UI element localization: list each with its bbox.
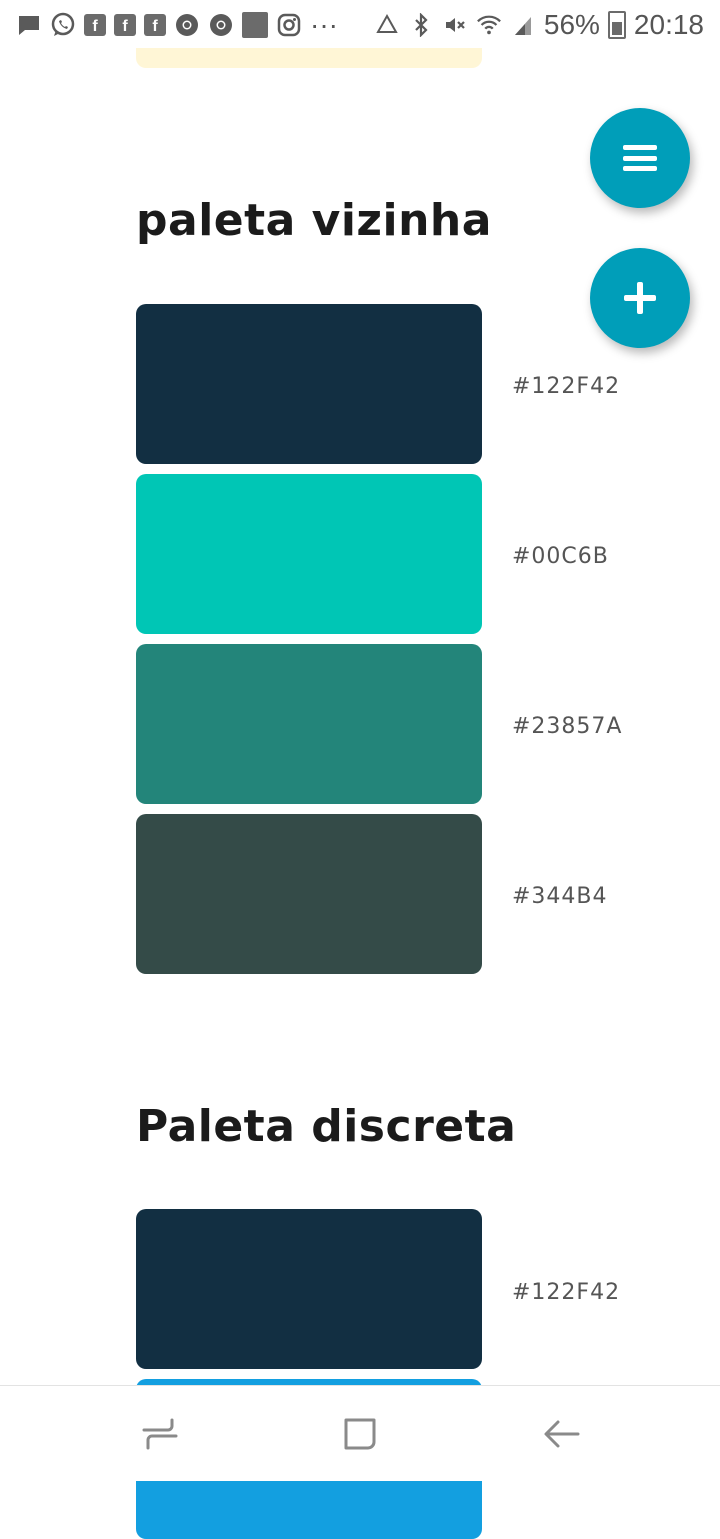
facebook-icon: f [114,14,136,36]
color-swatch[interactable] [136,304,482,464]
plus-icon [624,282,656,314]
instagram-icon [276,12,302,38]
recents-icon [142,1418,178,1450]
color-swatch[interactable] [136,814,482,974]
battery-icon [607,11,626,39]
status-bar: f f f ··· 56% 20:18 [0,0,720,50]
recents-button[interactable] [138,1412,182,1456]
notification-icons: f f f ··· [16,9,338,41]
hex-label: #23857A [512,714,623,739]
menu-icon [623,145,657,171]
facebook-icon: f [144,14,166,36]
color-swatch[interactable] [136,644,482,804]
bluetooth-icon [408,12,434,38]
palette-title: Paleta discreta [136,1101,517,1152]
more-icon: ··· [310,9,338,40]
menu-button[interactable] [590,108,690,208]
palette-title: paleta vizinha [136,195,492,246]
back-icon [544,1420,580,1448]
navigation-bar [0,1385,720,1481]
image-icon [242,12,268,38]
color-swatch[interactable] [136,1209,482,1369]
home-icon [344,1418,376,1450]
wifi-icon [476,12,502,38]
clock: 20:18 [633,9,704,40]
chrome-icon [174,12,200,38]
signal-icon [510,12,536,38]
chrome-icon [208,12,234,38]
whatsapp-icon [50,12,76,38]
system-icons: 56% 20:18 [374,9,704,41]
hex-label: #122F42 [512,1280,621,1305]
add-palette-button[interactable] [590,248,690,348]
hex-label: #00C6B [512,544,609,569]
home-button[interactable] [338,1412,382,1456]
message-icon [16,12,42,38]
mute-icon [442,12,468,38]
facebook-icon: f [84,14,106,36]
previous-palette-swatch[interactable] [136,48,482,68]
hex-label: #344B4 [512,884,608,909]
hex-label: #122F42 [512,374,621,399]
recycle-icon [374,12,400,38]
battery-percent: 56% [543,9,600,40]
color-swatch[interactable] [136,474,482,634]
back-button[interactable] [540,1412,584,1456]
